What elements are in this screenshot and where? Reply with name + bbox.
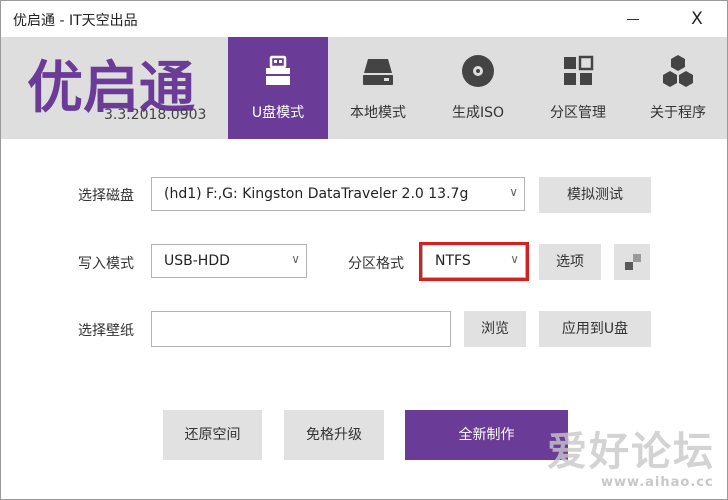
hard-disk-icon bbox=[363, 59, 393, 85]
tab-partition-management[interactable]: 分区管理 bbox=[528, 37, 628, 139]
advanced-settings-button[interactable] bbox=[614, 244, 650, 280]
tab-label: 分区管理 bbox=[550, 105, 606, 121]
wallpaper-label: 选择壁纸 bbox=[78, 323, 134, 339]
header-band: 优启通 3.3.2018.0903 U盘模式 本地模式 生成ISO 分区管理 关… bbox=[1, 37, 727, 139]
disc-icon bbox=[462, 55, 494, 87]
browse-button[interactable]: 浏览 bbox=[464, 311, 526, 347]
tab-label: 本地模式 bbox=[350, 105, 406, 121]
minimize-icon[interactable] bbox=[622, 7, 646, 31]
tab-about[interactable]: 关于程序 bbox=[628, 37, 727, 139]
format-free-upgrade-button[interactable]: 免格升级 bbox=[284, 410, 384, 460]
watermark-url: www.aihao.cc bbox=[601, 475, 714, 490]
partition-grid-icon bbox=[564, 55, 594, 85]
wallpaper-path-input[interactable] bbox=[151, 311, 451, 347]
write-mode-label: 写入模式 bbox=[78, 256, 134, 272]
site-watermark: 爱好论坛 www.aihao.cc bbox=[547, 419, 727, 499]
title-bar: 优启通 - IT天空出品 X bbox=[1, 1, 727, 37]
tab-label: U盘模式 bbox=[251, 105, 305, 121]
tab-label: 关于程序 bbox=[650, 105, 706, 121]
write-mode-value: USB-HDD bbox=[164, 253, 230, 269]
simulate-test-button[interactable]: 模拟测试 bbox=[539, 177, 651, 213]
write-mode-select[interactable]: USB-HDD ∨ bbox=[151, 244, 307, 278]
options-button[interactable]: 选项 bbox=[539, 244, 601, 280]
app-window: 优启通 - IT天空出品 X 优启通 3.3.2018.0903 U盘模式 本地… bbox=[0, 0, 728, 500]
tab-generate-iso[interactable]: 生成ISO bbox=[428, 37, 528, 139]
disk-select-value: (hd1) F:,G: Kingston DataTraveler 2.0 13… bbox=[164, 186, 469, 202]
highlight-box bbox=[419, 242, 529, 281]
disk-label: 选择磁盘 bbox=[78, 188, 134, 204]
partition-format-label: 分区格式 bbox=[348, 256, 404, 272]
hexagons-icon bbox=[663, 55, 693, 87]
create-new-button[interactable]: 全新制作 bbox=[405, 410, 568, 460]
close-button[interactable]: X bbox=[685, 7, 709, 31]
watermark-text: 爱好论坛 bbox=[547, 429, 715, 475]
grid-squares-icon-part bbox=[633, 254, 641, 262]
tab-usb-mode[interactable]: U盘模式 bbox=[228, 37, 328, 139]
tab-local-mode[interactable]: 本地模式 bbox=[328, 37, 428, 139]
chevron-down-icon: ∨ bbox=[509, 185, 518, 199]
chevron-down-icon: ∨ bbox=[291, 252, 300, 266]
usb-drive-icon bbox=[266, 55, 290, 85]
apply-to-usb-button[interactable]: 应用到U盘 bbox=[539, 311, 651, 347]
restore-space-button[interactable]: 还原空间 bbox=[163, 410, 262, 460]
grid-squares-icon bbox=[625, 262, 633, 270]
tab-label: 生成ISO bbox=[451, 105, 505, 121]
window-title: 优启通 - IT天空出品 bbox=[13, 13, 138, 29]
version-label: 3.3.2018.0903 bbox=[104, 107, 207, 123]
disk-select[interactable]: (hd1) F:,G: Kingston DataTraveler 2.0 13… bbox=[151, 177, 525, 211]
